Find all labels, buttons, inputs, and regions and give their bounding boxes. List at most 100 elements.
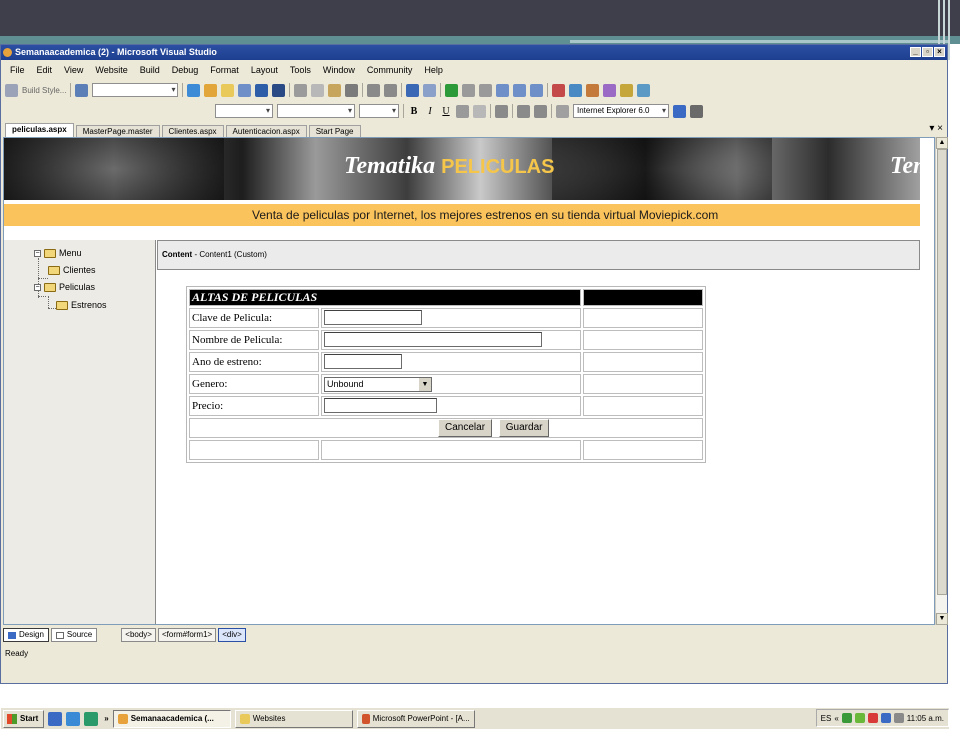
menu-tools[interactable]: Tools — [290, 65, 311, 75]
tab-start-page[interactable]: Start Page — [308, 125, 361, 137]
check-accessibility-icon[interactable] — [673, 104, 686, 118]
properties-icon[interactable] — [586, 83, 600, 97]
network-icon[interactable] — [841, 713, 852, 723]
tree-item-clientes[interactable]: Clientes — [48, 265, 96, 275]
ano-input[interactable] — [324, 354, 402, 369]
menu-edit[interactable]: Edit — [37, 65, 53, 75]
volume-icon[interactable] — [893, 713, 904, 723]
tab-peliculas-aspx[interactable]: peliculas.aspx — [5, 123, 74, 137]
menu-community[interactable]: Community — [367, 65, 413, 75]
internet-explorer-icon[interactable] — [66, 711, 81, 726]
taskbar-item-visual-studio[interactable]: Semanaacademica (... — [112, 709, 231, 728]
scroll-up-icon[interactable]: ▲ — [936, 137, 948, 149]
vertical-scrollbar[interactable]: ▲ ▼ — [935, 137, 948, 625]
block-format-dropdown[interactable] — [215, 104, 273, 118]
clave-input[interactable] — [324, 310, 422, 325]
tag-body[interactable]: <body> — [121, 628, 156, 642]
tab-controls[interactable]: ▾ × — [929, 123, 943, 134]
tray-expand-icon[interactable]: « — [834, 714, 838, 723]
font-name-dropdown[interactable] — [277, 104, 355, 118]
step-over-icon[interactable] — [513, 83, 527, 97]
tab-masterpage-master[interactable]: MasterPage.master — [75, 125, 160, 137]
hyperlink-icon[interactable] — [556, 104, 569, 118]
taskbar-item-powerpoint[interactable]: Microsoft PowerPoint - [A... — [356, 709, 475, 728]
precio-input[interactable] — [324, 398, 437, 413]
nombre-input[interactable] — [324, 332, 542, 347]
tag-form[interactable]: <form#form1> — [157, 628, 217, 642]
collapse-icon[interactable]: − — [34, 249, 41, 257]
save-icon[interactable] — [255, 83, 269, 97]
redo-icon[interactable] — [423, 83, 437, 97]
taskbar-item-websites[interactable]: Websites — [234, 709, 353, 728]
tab-autenticacion-aspx[interactable]: Autenticacion.aspx — [225, 125, 307, 137]
font-size-dropdown[interactable] — [359, 104, 399, 118]
alert-icon[interactable] — [867, 713, 878, 723]
step-into-icon[interactable] — [496, 83, 510, 97]
copy-icon[interactable] — [311, 83, 325, 97]
start-page-icon[interactable] — [637, 83, 651, 97]
start-button[interactable]: Start — [3, 709, 45, 728]
design-view-button[interactable]: Design — [3, 628, 49, 642]
save-button[interactable]: Guardar — [498, 419, 550, 437]
menu-layout[interactable]: Layout — [251, 65, 278, 75]
step-out-icon[interactable] — [530, 83, 544, 97]
pointer-icon[interactable] — [5, 83, 18, 97]
numbered-list-icon[interactable] — [517, 104, 530, 118]
uncomment-icon[interactable] — [384, 83, 398, 97]
open-icon[interactable] — [221, 83, 235, 97]
solution-explorer-icon[interactable] — [569, 83, 583, 97]
tag-div[interactable]: <div> — [218, 628, 246, 642]
comment-icon[interactable] — [367, 83, 381, 97]
design-surface[interactable]: Tematika PELICULAS Tem Venta de pelicula… — [3, 137, 935, 625]
menu-build[interactable]: Build — [140, 65, 160, 75]
language-indicator[interactable]: ES — [821, 714, 832, 723]
tree-item-estrenos[interactable]: Estrenos — [56, 300, 107, 310]
menu-view[interactable]: View — [64, 65, 83, 75]
bullet-list-icon[interactable] — [534, 104, 547, 118]
more-icon[interactable]: » — [104, 714, 108, 723]
menu-window[interactable]: Window — [323, 65, 355, 75]
menu-help[interactable]: Help — [424, 65, 443, 75]
start-debug-icon[interactable] — [445, 83, 459, 97]
add-item-icon[interactable] — [238, 83, 252, 97]
menu-debug[interactable]: Debug — [172, 65, 199, 75]
close-button[interactable]: × — [934, 47, 945, 57]
italic-button[interactable]: I — [424, 106, 436, 117]
tab-clientes-aspx[interactable]: Clientes.aspx — [161, 125, 224, 137]
antivirus-icon[interactable] — [854, 713, 865, 723]
pause-icon[interactable] — [462, 83, 476, 97]
new-style-icon[interactable] — [75, 83, 89, 97]
target-browser-dropdown[interactable]: Internet Explorer 6.0 — [573, 104, 669, 118]
menu-file[interactable]: File — [10, 65, 25, 75]
find-in-files-icon[interactable] — [552, 83, 566, 97]
find-icon[interactable] — [345, 83, 359, 97]
source-view-button[interactable]: Source — [50, 628, 98, 642]
security-icon[interactable] — [880, 713, 891, 723]
underline-button[interactable]: U — [440, 106, 452, 117]
collapse-icon[interactable]: − — [34, 283, 41, 291]
restore-button[interactable]: ▫ — [922, 47, 933, 57]
cancel-button[interactable]: Cancelar — [438, 419, 493, 437]
tree-item-menu[interactable]: − Menu — [34, 248, 82, 258]
bold-button[interactable]: B — [408, 106, 420, 117]
paste-icon[interactable] — [328, 83, 342, 97]
font-color-icon[interactable] — [456, 104, 469, 118]
new-project-icon[interactable] — [187, 83, 201, 97]
new-item-icon[interactable] — [204, 83, 218, 97]
show-desktop-icon[interactable] — [48, 711, 63, 726]
undo-icon[interactable] — [406, 83, 420, 97]
tree-item-peliculas[interactable]: − Peliculas — [34, 282, 95, 292]
save-all-icon[interactable] — [272, 83, 286, 97]
minimize-button[interactable]: _ — [910, 47, 921, 57]
cut-icon[interactable] — [294, 83, 308, 97]
highlight-icon[interactable] — [473, 104, 486, 118]
build-style-button[interactable]: Build Style... — [22, 86, 66, 95]
menu-format[interactable]: Format — [210, 65, 239, 75]
stop-icon[interactable] — [479, 83, 493, 97]
menu-website[interactable]: Website — [95, 65, 127, 75]
genero-dropdown[interactable]: Unbound — [324, 376, 432, 392]
media-player-icon[interactable] — [84, 711, 99, 726]
toolbox-icon[interactable] — [603, 83, 617, 97]
style-dropdown[interactable] — [92, 83, 179, 97]
scroll-down-icon[interactable]: ▼ — [936, 613, 948, 625]
